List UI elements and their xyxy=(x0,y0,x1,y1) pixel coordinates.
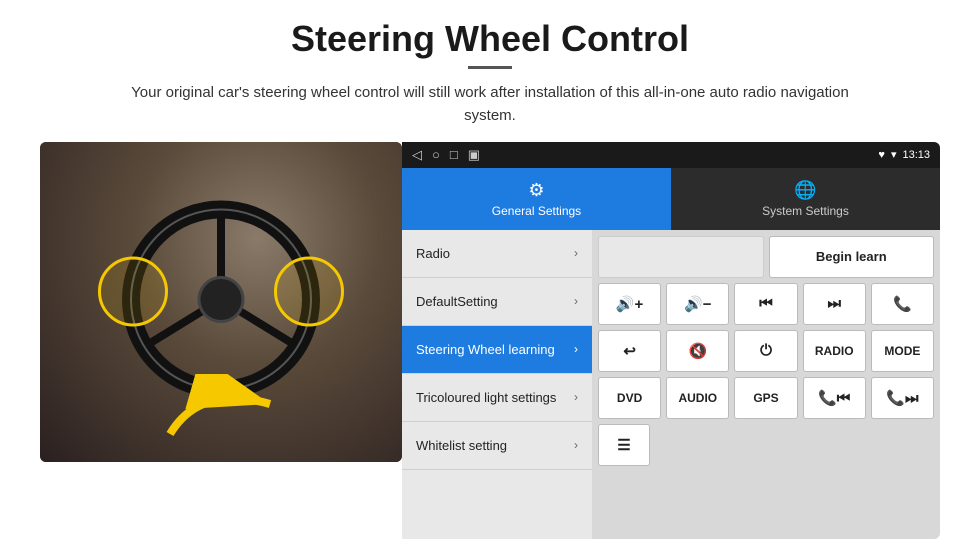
menu-item-whitelist[interactable]: Whitelist setting › xyxy=(402,422,592,470)
prev-track-icon: ⏮ xyxy=(759,295,773,312)
chevron-icon: › xyxy=(574,438,578,452)
menu-item-radio[interactable]: Radio › xyxy=(402,230,592,278)
vol-up-button[interactable]: 🔊+ xyxy=(598,283,661,325)
empty-slot xyxy=(598,236,764,278)
begin-learn-button[interactable]: Begin learn xyxy=(769,236,935,278)
status-bar: ◁ ○ □ ▣ ♥ ▾ 13:13 xyxy=(402,142,940,168)
phone-prev-icon: 📞⏮ xyxy=(818,389,850,407)
menu-label-defaultsetting: DefaultSetting xyxy=(416,294,498,309)
control-row-3: ↩ 🔇 ⏻ RADIO MODE xyxy=(598,330,934,372)
menu-item-tricoloured[interactable]: Tricoloured light settings › xyxy=(402,374,592,422)
next-track-icon: ⏭ xyxy=(827,295,841,312)
phone-icon: 📞 xyxy=(893,295,912,313)
hangup-button[interactable]: ↩ xyxy=(598,330,661,372)
dvd-label: DVD xyxy=(617,391,642,405)
home-icon: ○ xyxy=(432,147,440,162)
vol-down-icon: 🔊− xyxy=(684,295,711,313)
yellow-circle-right xyxy=(274,256,344,326)
page-title: Steering Wheel Control xyxy=(291,18,689,60)
general-settings-icon: ⚙ xyxy=(528,180,544,201)
tab-system-label: System Settings xyxy=(762,204,849,218)
control-row-2: 🔊+ 🔊− ⏮ ⏭ 📞 xyxy=(598,283,934,325)
hangup-icon: ↩ xyxy=(623,342,636,360)
tab-general-label: General Settings xyxy=(492,204,581,218)
signal-icon: ♥ xyxy=(878,149,885,161)
next-track-button[interactable]: ⏭ xyxy=(803,283,866,325)
chevron-icon: › xyxy=(574,246,578,260)
dvd-button[interactable]: DVD xyxy=(598,377,661,419)
gps-button[interactable]: GPS xyxy=(734,377,797,419)
title-divider xyxy=(468,66,512,69)
settings-tabs: ⚙ General Settings 🌐 System Settings xyxy=(402,168,940,230)
menu-left: Radio › DefaultSetting › Steering Wheel … xyxy=(402,230,592,540)
radio-button[interactable]: RADIO xyxy=(803,330,866,372)
chevron-icon: › xyxy=(574,390,578,404)
menu-item-defaultsetting[interactable]: DefaultSetting › xyxy=(402,278,592,326)
menu-label-tricoloured: Tricoloured light settings xyxy=(416,390,556,405)
settings-main: Radio › DefaultSetting › Steering Wheel … xyxy=(402,230,940,540)
menu-item-steering[interactable]: Steering Wheel learning › xyxy=(402,326,592,374)
status-bar-left: ◁ ○ □ ▣ xyxy=(412,147,480,163)
menu-list-button[interactable]: ☰ xyxy=(598,424,650,466)
chevron-icon: › xyxy=(574,294,578,308)
yellow-circle-left xyxy=(98,256,168,326)
power-icon: ⏻ xyxy=(760,342,772,359)
control-row-5: ☰ xyxy=(598,424,934,466)
mode-label: MODE xyxy=(884,344,920,358)
system-settings-icon: 🌐 xyxy=(794,180,816,201)
phone-next-button[interactable]: 📞⏭ xyxy=(871,377,934,419)
android-panel: ◁ ○ □ ▣ ♥ ▾ 13:13 ⚙ General Settings xyxy=(402,142,940,540)
content-area: ◁ ○ □ ▣ ♥ ▾ 13:13 ⚙ General Settings xyxy=(40,142,940,540)
mute-button[interactable]: 🔇 xyxy=(666,330,729,372)
mute-icon: 🔇 xyxy=(688,342,707,360)
phone-next-icon: 📞⏭ xyxy=(886,389,918,407)
mode-button[interactable]: MODE xyxy=(871,330,934,372)
control-panel: Begin learn 🔊+ 🔊− ⏮ xyxy=(592,230,940,540)
page-container: Steering Wheel Control Your original car… xyxy=(0,0,980,549)
chevron-icon: › xyxy=(574,342,578,356)
menu-label-radio: Radio xyxy=(416,246,450,261)
wifi-icon: ▾ xyxy=(891,148,897,161)
tab-general[interactable]: ⚙ General Settings xyxy=(402,168,671,230)
radio-label: RADIO xyxy=(815,344,854,358)
vol-up-icon: 🔊+ xyxy=(616,295,643,313)
gps-label: GPS xyxy=(753,391,778,405)
phone-button[interactable]: 📞 xyxy=(871,283,934,325)
steering-wheel-image xyxy=(40,142,402,462)
tab-system[interactable]: 🌐 System Settings xyxy=(671,168,940,230)
vol-down-button[interactable]: 🔊− xyxy=(666,283,729,325)
audio-button[interactable]: AUDIO xyxy=(666,377,729,419)
phone-prev-button[interactable]: 📞⏮ xyxy=(803,377,866,419)
arrow-svg xyxy=(160,374,290,454)
prev-track-button[interactable]: ⏮ xyxy=(734,283,797,325)
clock: 13:13 xyxy=(902,149,930,161)
screenshot-icon: ▣ xyxy=(468,147,480,163)
control-row-4: DVD AUDIO GPS 📞⏮ 📞⏭ xyxy=(598,377,934,419)
recents-icon: □ xyxy=(450,147,458,162)
page-subtitle: Your original car's steering wheel contr… xyxy=(110,81,870,128)
audio-label: AUDIO xyxy=(678,391,717,405)
power-button[interactable]: ⏻ xyxy=(734,330,797,372)
back-icon: ◁ xyxy=(412,147,422,163)
menu-label-whitelist: Whitelist setting xyxy=(416,438,507,453)
menu-list-icon: ☰ xyxy=(617,436,630,454)
status-bar-right: ♥ ▾ 13:13 xyxy=(878,148,930,161)
control-row-1: Begin learn xyxy=(598,236,934,278)
menu-label-steering: Steering Wheel learning xyxy=(416,342,555,357)
